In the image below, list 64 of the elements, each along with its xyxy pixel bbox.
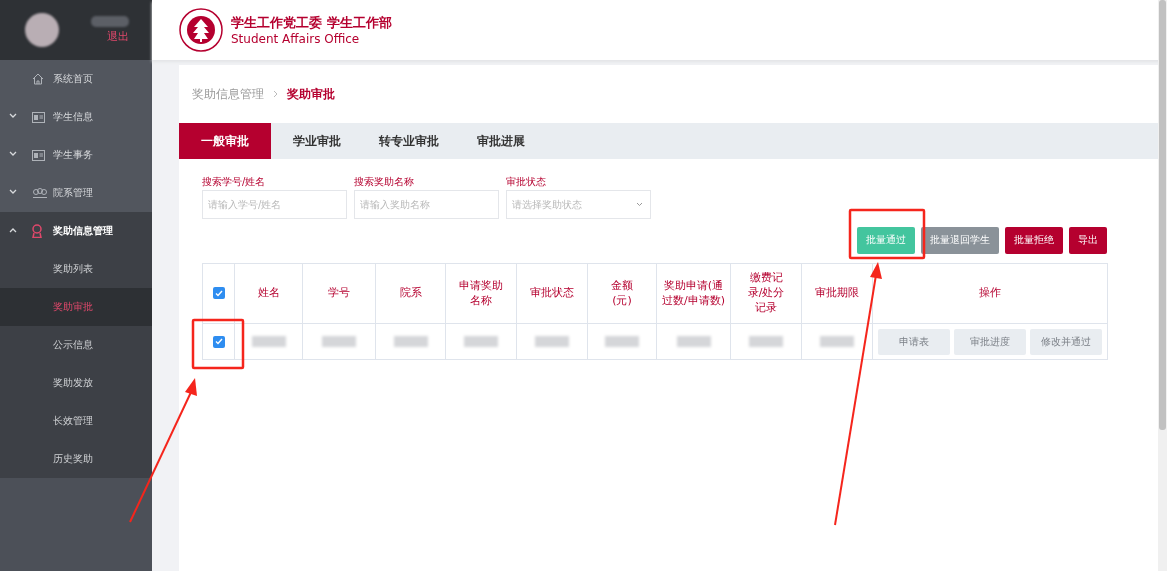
column-header: 奖助申请(通过数/申请数) [656,263,731,324]
action-button[interactable]: 导出 [1069,227,1107,254]
field-label: 搜索学号/姓名 [202,175,267,189]
checkbox[interactable] [212,287,225,300]
redacted-text [464,336,498,348]
chevron-down-icon [636,202,643,207]
column-header: 审批期限 [801,263,873,324]
sidebar-subitem[interactable]: 奖助发放 [0,364,152,402]
column-header: 申请奖助名称 [445,263,517,324]
site-subtitle: Student Affairs Office [231,32,361,46]
redacted-text [820,336,854,348]
column-header: 金额(元) [587,263,657,324]
select-field[interactable]: 请选择奖助状态 [506,190,651,219]
redacted-text [322,336,356,348]
chevron-right-icon [273,90,278,98]
redacted-username [91,16,129,27]
row-action-button[interactable]: 申请表 [878,328,950,355]
tab[interactable]: 学业审批 [271,123,363,159]
site-title: 学生工作党工委 学生工作部 [231,14,392,32]
tab[interactable]: 审批进展 [455,123,547,159]
redacted-text [393,336,428,348]
sidebar-item[interactable]: 学生事务 [0,136,152,174]
column-header: 姓名 [234,263,303,324]
id-card-icon [32,149,45,161]
sidebar-subitem[interactable]: 奖助审批 [0,288,152,326]
column-header: 审批状态 [516,263,588,324]
sidebar-subitem[interactable]: 长效管理 [0,402,152,440]
row-action-button[interactable]: 修改并通过 [1030,328,1102,355]
field-label: 搜索奖助名称 [354,175,415,189]
sidebar-subitem[interactable]: 奖助列表 [0,250,152,288]
redacted-text [535,336,569,348]
row-action-button[interactable]: 审批进度 [954,328,1026,355]
column-header: 学号 [302,263,376,324]
redacted-text [605,336,639,348]
tab[interactable]: 一般审批 [179,123,271,159]
input-field[interactable]: 请输入奖助名称 [354,190,499,219]
avatar [25,13,59,47]
breadcrumb-current: 奖助审批 [287,85,335,103]
highlight-box [191,318,245,370]
sidebar-item[interactable]: 院系管理 [0,174,152,212]
university-seal-icon [179,8,223,52]
sidebar-subitem[interactable]: 历史奖助 [0,440,152,478]
chevron-up-icon [9,227,17,233]
chevron-down-icon [9,113,17,119]
chevron-down-icon [9,151,17,157]
chevron-down-icon [9,189,17,195]
action-button[interactable]: 批量拒绝 [1005,227,1063,254]
id-card-icon [32,111,45,123]
tab[interactable]: 转专业审批 [363,123,455,159]
home-icon [32,73,44,85]
sidebar-item[interactable]: 学生信息 [0,98,152,136]
input-field[interactable]: 请输入学号/姓名 [202,190,347,219]
column-header: 院系 [375,263,446,324]
redacted-text [676,336,711,348]
award-icon [32,224,42,238]
redacted-text [251,336,286,348]
checkbox[interactable] [212,335,225,348]
people-icon [32,188,48,198]
field-label: 审批状态 [506,175,547,189]
column-header: 缴费记录/处分记录 [730,263,802,324]
sidebar-item[interactable]: 系统首页 [0,60,152,98]
redacted-text [749,336,783,348]
scrollbar[interactable] [1158,0,1167,571]
sidebar-subitem[interactable]: 公示信息 [0,326,152,364]
